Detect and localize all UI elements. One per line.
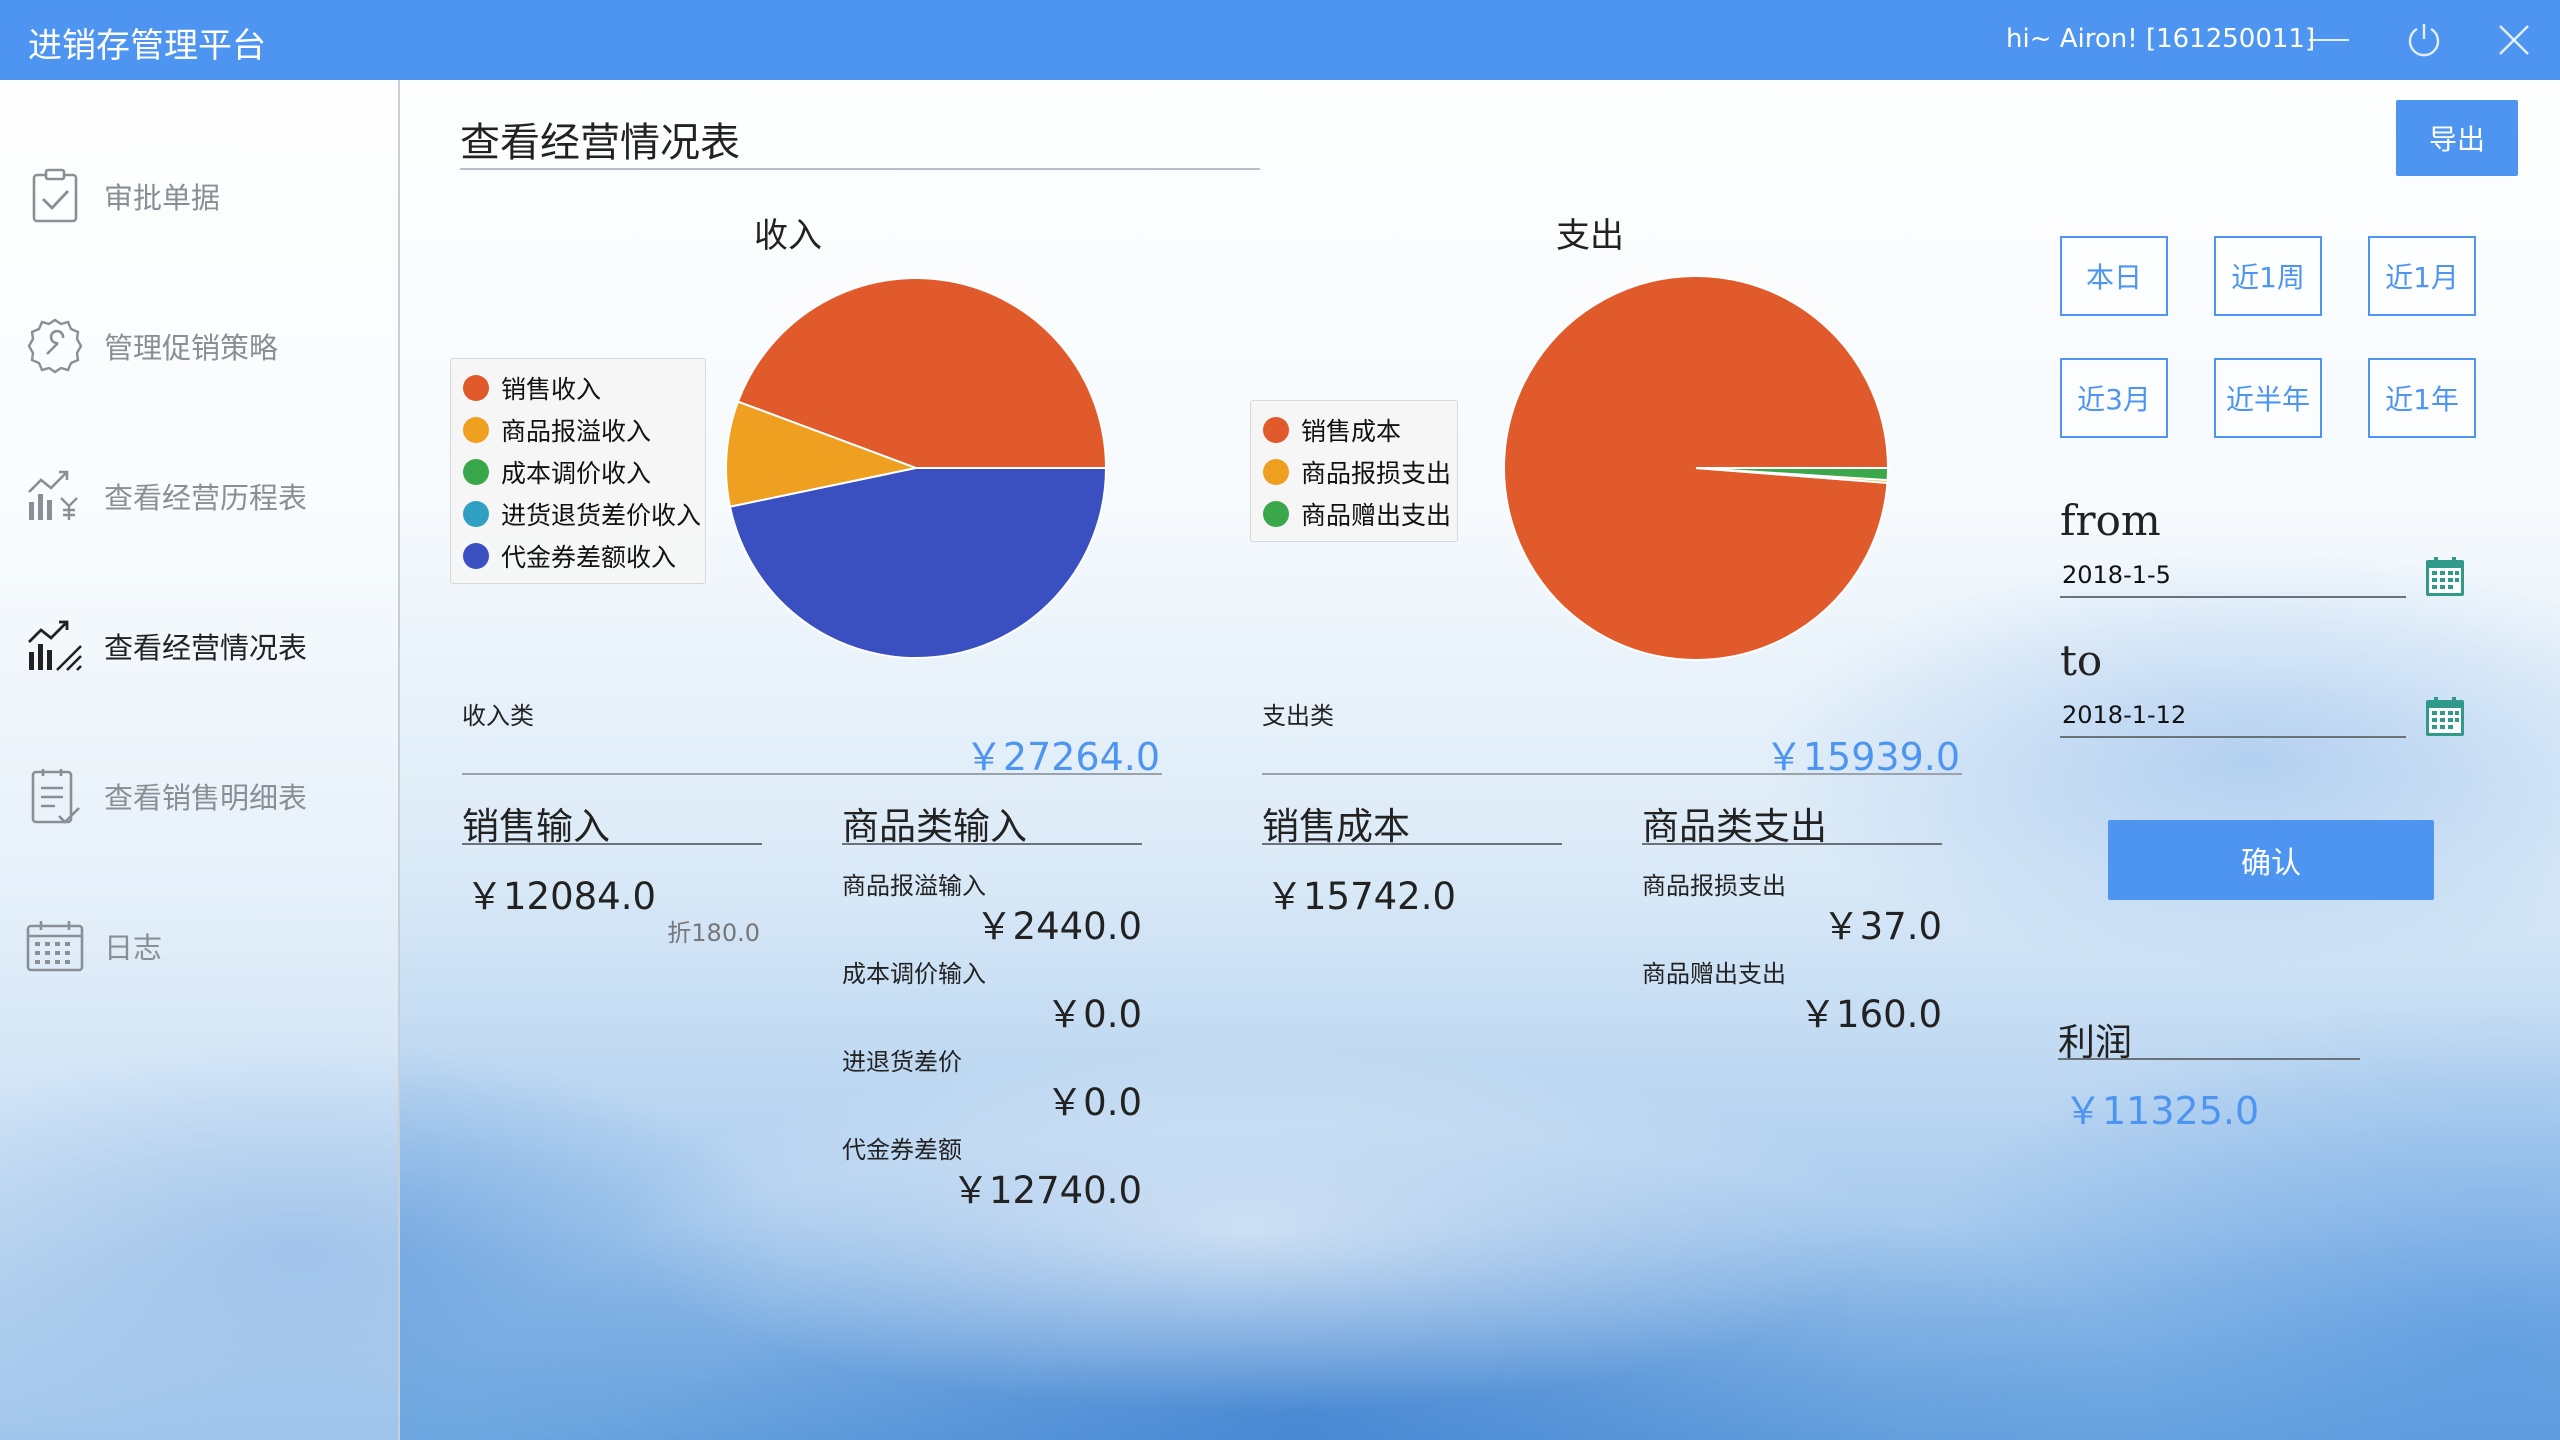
- sales-cost-header: 销售成本: [1262, 805, 1410, 848]
- sidebar-item-manage-promotion[interactable]: 管理促销策略: [22, 306, 392, 386]
- legend-item: 代金券差额收入: [463, 535, 695, 577]
- clipboard-check-icon: [22, 163, 88, 229]
- goods-input-row-amount: ￥2440.0: [975, 905, 1142, 948]
- minimize-icon: [2309, 39, 2349, 41]
- sidebar-item-label: 查看经营历程表: [104, 481, 308, 515]
- document-list-icon: [22, 763, 88, 829]
- goods-input-divider: [842, 843, 1142, 845]
- app-title: 进销存管理平台: [28, 26, 266, 66]
- sidebar-item-label: 查看销售明细表: [104, 781, 308, 815]
- sidebar-item-label: 查看经营情况表: [104, 631, 308, 665]
- legend-label: 销售成本: [1301, 417, 1402, 446]
- sales-discount: 折180.0: [667, 919, 760, 947]
- close-button[interactable]: [2490, 18, 2538, 62]
- legend-item: 商品报损支出: [1263, 451, 1451, 493]
- legend-label: 商品赠出支出: [1301, 501, 1452, 530]
- legend-swatch: [1263, 501, 1289, 527]
- minimize-button[interactable]: [2305, 18, 2353, 62]
- legend-item: 商品赠出支出: [1263, 493, 1451, 535]
- sidebar-item-approve-documents[interactable]: 审批单据: [22, 156, 392, 236]
- sales-input-header: 销售输入: [462, 805, 610, 848]
- sidebar-item-business-history[interactable]: 查看经营历程表: [22, 456, 392, 536]
- page-title-divider: [460, 168, 1260, 170]
- title-bar: 进销存管理平台 hi~ Airon! [161250011]: [0, 0, 2560, 80]
- calendar-icon: [2426, 697, 2464, 736]
- legend-swatch: [1263, 459, 1289, 485]
- legend-swatch: [463, 417, 489, 443]
- legend-label: 销售收入: [501, 375, 602, 404]
- income-chart-title: 收入: [754, 216, 822, 256]
- expense-legend: 销售成本 商品报损支出 商品赠出支出: [1250, 400, 1458, 542]
- calendar-icon: [2426, 557, 2464, 596]
- to-calendar-button[interactable]: [2424, 696, 2466, 738]
- goods-input-row-amount: ￥0.0: [1046, 993, 1142, 1036]
- power-icon: [2408, 24, 2440, 57]
- goods-input-row-amount: ￥0.0: [1046, 1081, 1142, 1124]
- income-legend: 销售收入 商品报溢收入 成本调价收入 进货退货差价收入 代金券差额收入: [450, 358, 706, 584]
- sales-input-amount: ￥12084.0: [466, 875, 657, 918]
- range-3-months-button[interactable]: 近3月: [2060, 358, 2168, 438]
- legend-label: 商品报损支出: [1301, 459, 1452, 488]
- from-date-input[interactable]: [2060, 554, 2406, 598]
- goods-expense-divider: [1642, 843, 1942, 845]
- sidebar: 审批单据 管理促销策略 查看经营历程表 查看经营情况表 查看销售明细表 日志: [0, 80, 400, 1440]
- legend-swatch: [463, 375, 489, 401]
- expense-pie-chart: [1503, 275, 1890, 661]
- legend-swatch: [463, 543, 489, 569]
- user-greeting: hi~ Airon! [161250011]: [2006, 24, 2316, 54]
- close-icon: [2499, 25, 2529, 55]
- pie-slice: [728, 467, 1108, 659]
- legend-item: 成本调价收入: [463, 451, 695, 493]
- legend-item: 商品报溢收入: [463, 409, 695, 451]
- gear-wrench-icon: [22, 313, 88, 379]
- goods-input-row-amount: ￥12740.0: [951, 1169, 1142, 1212]
- goods-input-header: 商品类输入: [842, 805, 1027, 848]
- sidebar-item-business-status[interactable]: 查看经营情况表: [22, 606, 392, 686]
- income-divider: [462, 773, 1162, 775]
- export-button[interactable]: 导出: [2396, 100, 2518, 176]
- expense-chart-title: 支出: [1556, 216, 1624, 256]
- expense-category-label: 支出类: [1262, 702, 1334, 730]
- sales-cost-amount: ￥15742.0: [1266, 875, 1457, 918]
- legend-item: 销售收入: [463, 367, 695, 409]
- range-1-year-button[interactable]: 近1年: [2368, 358, 2476, 438]
- chart-yen-icon: [22, 463, 88, 529]
- expense-divider: [1262, 773, 1962, 775]
- sidebar-item-sales-detail[interactable]: 查看销售明细表: [22, 756, 392, 836]
- income-category-label: 收入类: [462, 702, 534, 730]
- from-label: from: [2060, 496, 2161, 545]
- range-today-button[interactable]: 本日: [2060, 236, 2168, 316]
- legend-swatch: [1263, 417, 1289, 443]
- chart-trend-icon: [22, 613, 88, 679]
- range-1-week-button[interactable]: 近1周: [2214, 236, 2322, 316]
- legend-label: 进货退货差价收入: [501, 501, 702, 530]
- legend-label: 商品报溢收入: [501, 417, 652, 446]
- legend-label: 成本调价收入: [501, 459, 652, 488]
- legend-swatch: [463, 459, 489, 485]
- legend-item: 进货退货差价收入: [463, 493, 701, 535]
- goods-expense-header: 商品类支出: [1642, 805, 1827, 848]
- goods-expense-row-amount: ￥37.0: [1822, 905, 1942, 948]
- sidebar-item-label: 审批单据: [104, 181, 221, 215]
- legend-swatch: [463, 501, 489, 527]
- confirm-button[interactable]: 确认: [2108, 820, 2434, 900]
- range-half-year-button[interactable]: 近半年: [2214, 358, 2322, 438]
- calendar-icon: [22, 913, 88, 979]
- sidebar-item-label: 管理促销策略: [104, 331, 279, 365]
- range-1-month-button[interactable]: 近1月: [2368, 236, 2476, 316]
- sidebar-item-log[interactable]: 日志: [22, 906, 392, 986]
- power-button[interactable]: [2400, 18, 2448, 62]
- sales-input-divider: [462, 843, 762, 845]
- to-label: to: [2060, 636, 2103, 685]
- goods-expense-row-amount: ￥160.0: [1799, 993, 1942, 1036]
- to-date-input[interactable]: [2060, 694, 2406, 738]
- sidebar-item-label: 日志: [104, 931, 163, 965]
- profit-divider: [2058, 1058, 2360, 1060]
- page-title: 查看经营情况表: [460, 120, 740, 166]
- legend-item: 销售成本: [1263, 409, 1447, 451]
- sales-cost-divider: [1262, 843, 1562, 845]
- profit-value: ￥11325.0: [2064, 1089, 2260, 1133]
- from-calendar-button[interactable]: [2424, 556, 2466, 598]
- legend-label: 代金券差额收入: [501, 543, 677, 572]
